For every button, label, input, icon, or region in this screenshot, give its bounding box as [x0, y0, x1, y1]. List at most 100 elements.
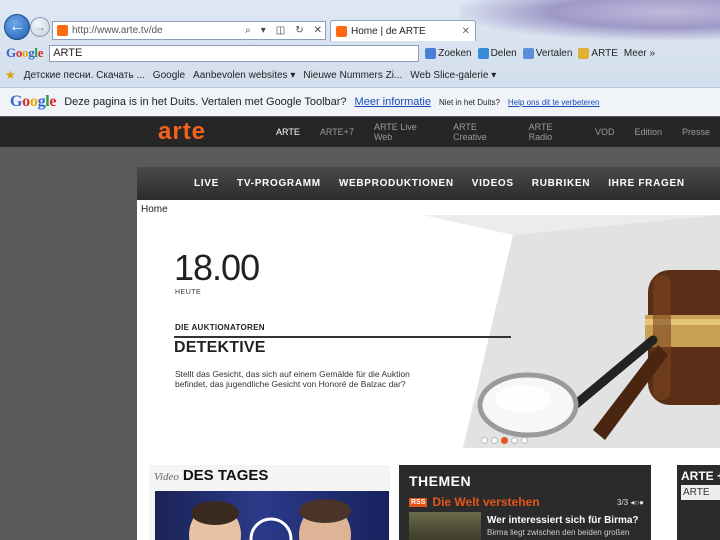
translate-icon [522, 47, 534, 59]
address-bar[interactable]: http://www.arte.tv/de ⌕ ▾ ◫ ↻ ✕ [52, 21, 326, 40]
hero-day: HEUTE [175, 289, 202, 296]
hero-banner[interactable]: 18.00 HEUTE DIE AUKTIONATOREN DETEKTIVE … [153, 215, 720, 448]
notice-text: Deze pagina is in het Duits. Vertalen me… [64, 96, 347, 108]
back-arrow-icon: ← [9, 18, 25, 35]
site-nav-item[interactable]: Presse [672, 127, 720, 137]
favorite-item[interactable]: Aanbevolen websites ▾ [193, 70, 295, 81]
main-nav-item[interactable]: TV-PROGRAMM [237, 178, 321, 189]
favorite-item[interactable]: Детские песни. Скачать ... [24, 70, 145, 81]
main-nav-item[interactable]: VIDEOS [472, 178, 514, 189]
more-info-link[interactable]: Meer informatie [355, 96, 431, 108]
themen-thumbnail[interactable] [409, 512, 481, 540]
favorite-item[interactable]: Google [153, 70, 185, 81]
share-button-label: Delen [490, 47, 517, 59]
arte-bookmark-label: ARTE [591, 47, 618, 59]
forward-arrow-icon: → [34, 20, 46, 34]
address-url[interactable]: http://www.arte.tv/de [72, 25, 238, 36]
dropdown-icon[interactable]: ▾ [258, 25, 269, 36]
back-button[interactable]: ← [4, 14, 30, 40]
search-icon[interactable]: ⌕ [242, 25, 254, 36]
site-nav: ARTE ARTE+7 ARTE Live Web ARTE Creative … [266, 117, 720, 147]
forward-button[interactable]: → [30, 17, 50, 37]
hero-description: Stellt das Gesicht, das sich auf einem G… [175, 369, 410, 389]
share-icon [477, 47, 489, 59]
main-nav: LIVE TV-PROGRAMM WEBPRODUKTIONEN VIDEOS … [137, 167, 720, 200]
slide-dot[interactable] [501, 437, 508, 444]
page-content: LIVE TV-PROGRAMM WEBPRODUKTIONEN VIDEOS … [137, 167, 720, 540]
tab-arte-home[interactable]: Home | de ARTE ✕ [330, 20, 476, 41]
more-button[interactable]: Meer » [624, 48, 655, 59]
refresh-icon[interactable]: ↻ [292, 25, 306, 36]
hero-time: 18.00 [174, 247, 260, 288]
site-nav-item[interactable]: ARTE Radio [519, 122, 585, 142]
video-thumbnail[interactable] [155, 491, 389, 540]
main-nav-item[interactable]: WEBPRODUKTIONEN [339, 178, 454, 189]
themen-pager[interactable]: 3/3 ◂○● [617, 498, 644, 507]
main-nav-item[interactable]: IHRE FRAGEN [608, 178, 685, 189]
google-toolbar-logo: Google [6, 45, 44, 60]
favorite-item[interactable]: Nieuwe Nummers Zi... [303, 70, 402, 81]
favorites-star-icon[interactable]: ★ [5, 68, 16, 82]
themen-headline[interactable]: Wer interessiert sich für Birma? [487, 515, 639, 526]
site-header: arte ARTE ARTE+7 ARTE Live Web ARTE Crea… [0, 117, 720, 147]
arte-plus-box[interactable]: ARTE [681, 485, 720, 500]
google-logo: Google [10, 93, 57, 110]
arte-plus-title: ARTE + [681, 469, 720, 483]
video-title: DES TAGES [182, 467, 269, 484]
arte-bookmark-button[interactable]: ARTE [578, 47, 618, 59]
video-des-tages-heading: Video DES TAGES [154, 467, 268, 484]
google-search-input[interactable]: ARTE [49, 44, 420, 62]
slide-dot[interactable] [481, 437, 488, 444]
main-nav-item[interactable]: LIVE [194, 178, 219, 189]
arte-plus-panel: ARTE + ARTE [677, 465, 720, 540]
translate-notice-bar: Google Deze pagina is in het Duits. Vert… [0, 87, 720, 116]
site-nav-item[interactable]: VOD [585, 127, 625, 137]
site-nav-item[interactable]: ARTE+7 [310, 127, 364, 137]
close-icon[interactable]: ✕ [462, 26, 470, 37]
pencil-icon [578, 47, 590, 59]
play-icon [249, 517, 293, 540]
google-search-icon [425, 47, 437, 59]
window-decoration [460, 0, 720, 40]
arte-favicon-icon [57, 25, 68, 36]
hero-divider [174, 336, 511, 338]
translate-button[interactable]: Vertalen [522, 47, 573, 59]
rss-icon[interactable]: RSS [409, 497, 428, 507]
site-nav-item[interactable]: ARTE [266, 127, 310, 137]
stop-icon[interactable]: ✕ [311, 25, 325, 36]
themen-subtitle[interactable]: Die Welt verstehen [432, 495, 539, 509]
tab-title: Home | de ARTE [351, 25, 426, 37]
site-nav-item[interactable]: ARTE Creative [443, 122, 519, 142]
themen-title: THEMEN [409, 473, 472, 489]
site-nav-item[interactable]: ARTE Live Web [364, 122, 443, 142]
not-german-text: Niet in het Duits? [438, 97, 500, 107]
breadcrumb[interactable]: Home [141, 204, 168, 215]
help-improve-link[interactable]: Help ons dit te verbeteren [508, 98, 600, 107]
search-button[interactable]: Zoeken [425, 47, 472, 59]
google-toolbar: Google ARTE Zoeken Delen Vertalen ARTE M… [0, 42, 720, 64]
main-nav-item[interactable]: RUBRIKEN [532, 178, 590, 189]
video-prefix: Video [154, 471, 179, 483]
arte-logo[interactable]: arte [158, 118, 206, 146]
themen-teaser: Birma liegt zwischen den beiden großen [487, 528, 630, 537]
themen-subheading-row: RSS Die Welt verstehen 3/3 ◂○● [409, 495, 644, 509]
translate-button-label: Vertalen [535, 47, 573, 59]
security-icon[interactable]: ◫ [273, 25, 288, 36]
video-thumbnail-graphic [189, 499, 351, 540]
themen-panel: THEMEN RSS Die Welt verstehen 3/3 ◂○● We… [399, 465, 651, 540]
slide-dot[interactable] [491, 437, 498, 444]
share-button[interactable]: Delen [477, 47, 517, 59]
hero-title[interactable]: DETEKTIVE [174, 339, 266, 357]
slide-dot[interactable] [511, 437, 518, 444]
favorites-bar: ★ Детские песни. Скачать ... Google Aanb… [0, 65, 720, 85]
favorite-item[interactable]: Web Slice-galerie ▾ [410, 70, 496, 81]
browser-chrome: ← → http://www.arte.tv/de ⌕ ▾ ◫ ↻ ✕ Home… [0, 0, 720, 116]
more-button-label: Meer » [623, 47, 656, 59]
hero-kicker: DIE AUKTIONATOREN [175, 323, 265, 332]
site-nav-item[interactable]: Edition [624, 127, 672, 137]
slide-dot[interactable] [521, 437, 528, 444]
video-des-tages-panel: Video DES TAGES [149, 465, 390, 540]
themen-pager-count: 3/3 [616, 497, 629, 507]
slide-indicators [481, 437, 528, 444]
arte-favicon-icon [336, 25, 347, 37]
